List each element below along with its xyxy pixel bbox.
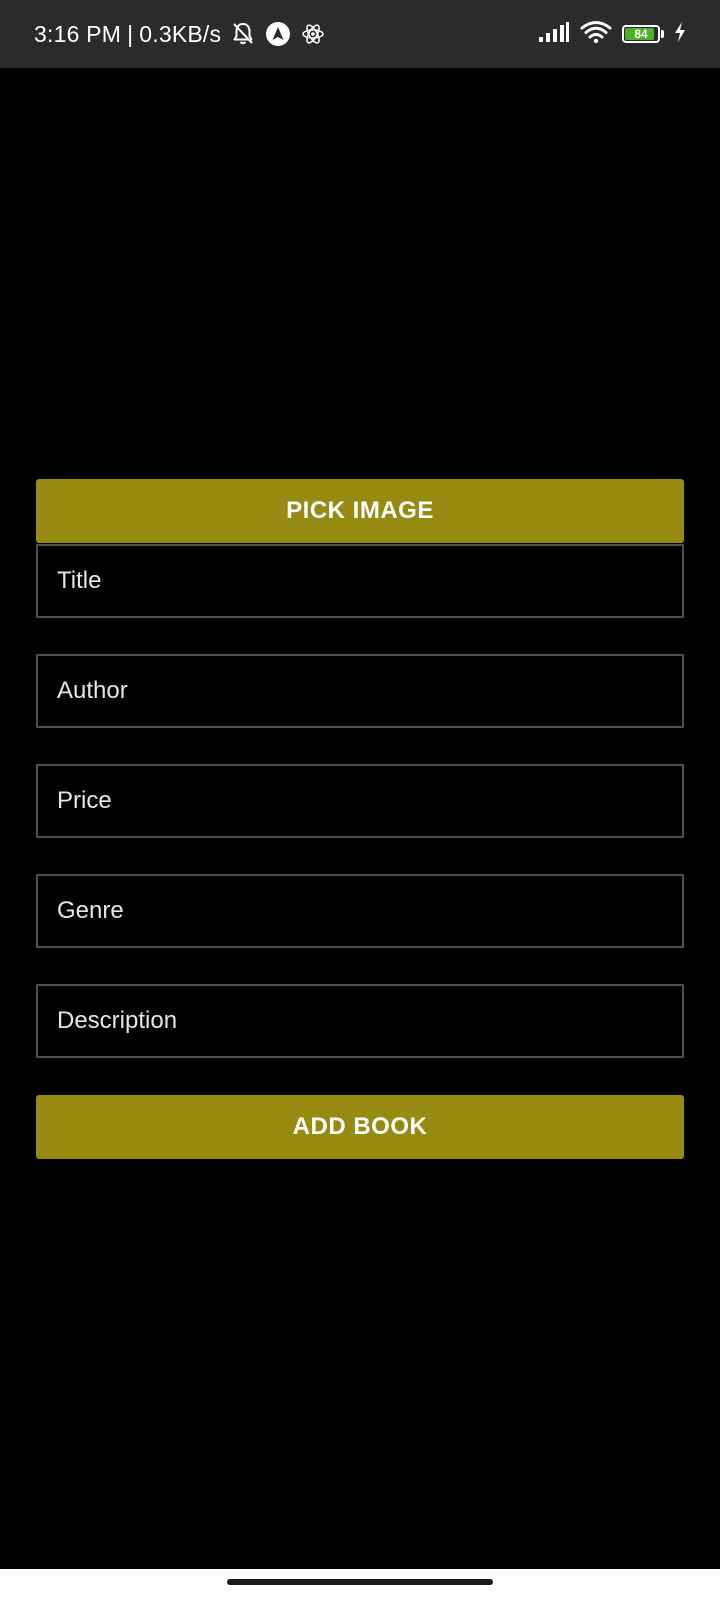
status-right: 84 xyxy=(538,20,686,49)
author-field[interactable] xyxy=(36,654,684,728)
signal-icon xyxy=(538,21,570,48)
status-bar: 3:16 PM | 0.3KB/s 84 xyxy=(0,0,720,68)
title-field[interactable] xyxy=(36,544,684,618)
gesture-handle[interactable] xyxy=(227,1579,493,1585)
battery-body: 84 xyxy=(622,25,660,43)
status-time: 3:16 PM xyxy=(34,20,122,47)
nav-arrow-icon xyxy=(265,21,291,47)
add-book-button[interactable]: ADD BOOK xyxy=(36,1095,684,1159)
status-separator: | xyxy=(127,20,134,47)
battery-level: 84 xyxy=(634,27,648,41)
description-field[interactable] xyxy=(36,984,684,1058)
description-input[interactable] xyxy=(55,1006,665,1036)
status-left: 3:16 PM | 0.3KB/s xyxy=(34,21,325,48)
genre-field[interactable] xyxy=(36,874,684,948)
battery-icon: 84 xyxy=(622,25,664,43)
genre-input[interactable] xyxy=(55,896,665,926)
atom-icon xyxy=(301,22,325,46)
charging-icon xyxy=(674,21,686,48)
author-input[interactable] xyxy=(55,676,665,706)
battery-tip xyxy=(661,30,664,38)
network-speed: 0.3KB/s xyxy=(139,20,222,47)
pick-image-button[interactable]: PICK IMAGE xyxy=(36,479,684,543)
price-field[interactable] xyxy=(36,764,684,838)
title-input[interactable] xyxy=(55,566,665,596)
wifi-icon xyxy=(580,20,612,49)
price-input[interactable] xyxy=(55,786,665,816)
bell-off-icon xyxy=(231,21,255,47)
add-book-form: PICK IMAGE ADD BOOK xyxy=(36,479,684,1159)
navigation-bar xyxy=(0,1569,720,1600)
